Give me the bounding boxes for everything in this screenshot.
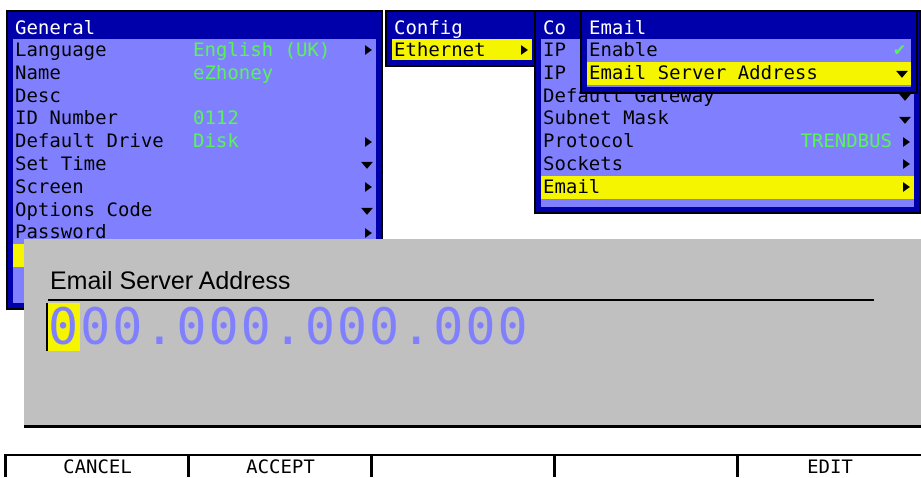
default-drive-value: Disk — [193, 130, 239, 153]
accept-button[interactable]: ACCEPT — [187, 454, 371, 478]
id-number-value: 0112 — [193, 107, 239, 130]
menu-item-label: Desc — [15, 84, 61, 107]
chevron-right-icon — [903, 159, 910, 170]
general-menu-title: General — [13, 17, 376, 39]
email-menu-title: Email — [587, 17, 911, 39]
dialog-title: Email Server Address — [50, 267, 291, 295]
chevron-down-icon — [361, 162, 373, 170]
chevron-right-icon — [903, 136, 910, 147]
softkey-4[interactable] — [553, 454, 737, 477]
chevron-right-icon — [365, 182, 372, 193]
edit-button[interactable]: EDIT — [736, 454, 921, 478]
chevron-down-icon — [361, 207, 373, 215]
config-menu-title: Config — [392, 17, 532, 39]
menu-item-email-server-address[interactable]: Email Server Address — [587, 61, 911, 85]
softkey-bar: CANCEL ACCEPT EDIT — [0, 454, 921, 478]
chevron-right-icon — [365, 227, 372, 238]
menu-item-label: Set Time — [15, 152, 107, 175]
protocol-value: TRENDBUS — [800, 130, 892, 153]
menu-item-email[interactable]: Email — [541, 175, 914, 199]
chevron-down-icon — [899, 116, 911, 124]
menu-item-label: Email — [543, 175, 601, 198]
config-menu: Config Ethernet — [385, 10, 539, 67]
chevron-right-icon — [521, 45, 528, 56]
menu-item-label: Language — [15, 39, 107, 61]
ip-address-rest: 00.000.000.000 — [80, 298, 530, 356]
menu-item-screen[interactable]: Screen — [13, 176, 376, 199]
menu-item-ethernet[interactable]: Ethernet — [392, 39, 532, 60]
dialog-bottom-border — [24, 425, 921, 428]
chevron-right-icon — [903, 182, 910, 193]
email-menu: Email Enable ✔ Email Server Address — [580, 10, 918, 94]
chevron-down-icon — [896, 71, 908, 79]
ip-address-input[interactable]: 000.000.000.000 — [46, 298, 530, 356]
menu-item-set-time[interactable]: Set Time — [13, 153, 376, 176]
chevron-right-icon — [365, 45, 372, 56]
menu-item-label: Subnet Mask — [543, 107, 669, 130]
menu-item-default-drive[interactable]: Default Drive Disk — [13, 130, 376, 153]
checkmark-icon: ✔ — [894, 39, 905, 60]
menu-item-label: Default Drive — [15, 130, 164, 153]
menu-item-options-code[interactable]: Options Code — [13, 199, 376, 222]
menu-item-subnet-mask[interactable]: Subnet Mask — [541, 107, 914, 130]
text-cursor: 0 — [46, 298, 81, 356]
softkey-3[interactable] — [370, 454, 554, 477]
menu-item-label: Name — [15, 61, 61, 84]
menu-item-desc[interactable]: Desc — [13, 85, 376, 108]
menu-item-label: IP — [543, 61, 566, 84]
menu-item-label: IP — [543, 39, 566, 61]
menu-item-label: Options Code — [15, 198, 153, 221]
chevron-down-icon — [899, 93, 911, 101]
menu-item-sockets[interactable]: Sockets — [541, 153, 914, 176]
menu-item-label: Enable — [589, 39, 658, 61]
menu-item-enable[interactable]: Enable ✔ — [587, 39, 911, 62]
email-server-address-dialog: Email Server Address 000.000.000.000 — [24, 239, 921, 428]
menu-item-label: Email Server Address — [589, 61, 818, 84]
menu-item-label: Screen — [15, 175, 84, 198]
menu-item-protocol[interactable]: Protocol TRENDBUS — [541, 130, 914, 153]
menu-item-label: ID Number — [15, 107, 118, 130]
language-value: English (UK) — [193, 39, 331, 61]
menu-item-name[interactable]: Name eZhoney — [13, 62, 376, 85]
cancel-button[interactable]: CANCEL — [4, 454, 188, 478]
name-value: eZhoney — [193, 61, 274, 84]
menu-item-language[interactable]: Language English (UK) — [13, 39, 376, 62]
menu-item-label: Sockets — [543, 152, 624, 175]
menu-item-label: Ethernet — [394, 39, 486, 60]
menu-item-id-number[interactable]: ID Number 0112 — [13, 107, 376, 130]
menu-item-label: Protocol — [543, 130, 635, 153]
chevron-right-icon — [365, 136, 372, 147]
